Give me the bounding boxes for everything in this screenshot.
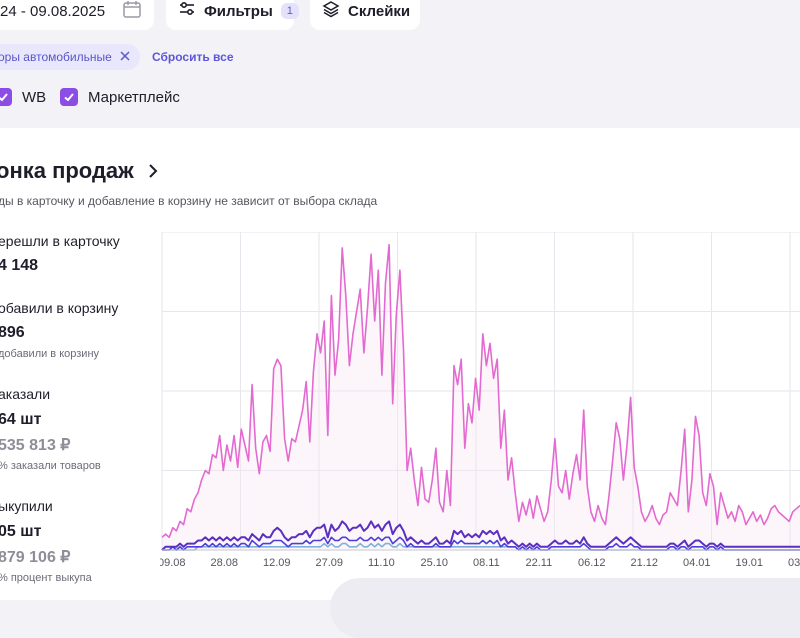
- cart-note: добавили в корзину: [0, 348, 100, 360]
- layers-icon: [322, 0, 340, 23]
- x-tick-label: 22.11: [526, 557, 553, 569]
- close-icon[interactable]: [120, 50, 130, 64]
- filters-count-badge: 1: [280, 3, 299, 19]
- views-label: ерешли в карточку: [0, 233, 120, 249]
- reset-all-link[interactable]: Сбросить все: [152, 50, 234, 64]
- check-icon: [0, 88, 12, 106]
- marketplace-checkbox-label: Маркетплейс: [88, 88, 180, 106]
- x-tick-label: 04.01: [683, 557, 711, 569]
- section-title[interactable]: онка продаж: [0, 158, 158, 184]
- section-subtitle: ды в карточку и добавление в корзину не …: [0, 194, 378, 208]
- x-tick-label: 11.10: [368, 557, 395, 569]
- sliders-icon: [178, 0, 196, 23]
- orders-note: % заказали товаров: [0, 460, 101, 472]
- wb-checkbox[interactable]: WB: [0, 88, 46, 106]
- x-tick-label: 28.08: [211, 557, 239, 569]
- orders-label: аказали: [0, 386, 51, 402]
- buyouts-label: ыкупили: [0, 498, 53, 514]
- x-tick-label: 21.12: [631, 557, 659, 569]
- x-tick-label: 08.11: [473, 557, 500, 569]
- date-range-text: 24 - 09.08.2025: [0, 2, 106, 20]
- cart-label: обавили в корзину: [0, 300, 119, 316]
- bottom-panel: [330, 578, 800, 638]
- x-tick-label: 09.08: [160, 557, 186, 569]
- merge-button[interactable]: Склейки: [310, 0, 420, 30]
- sales-funnel-chart: 09.08 28.08 12.09 27.09 11.10 25.10 08.11 22.11…: [160, 232, 800, 569]
- orders-value: 64 шт: [0, 411, 42, 428]
- filter-chip-label: оры автомобильные: [0, 50, 112, 64]
- buyouts-value: 05 шт: [0, 523, 42, 540]
- filters-button[interactable]: Фильтры 1: [166, 0, 299, 30]
- buyouts-note: % процент выкупа: [0, 572, 92, 584]
- x-tick-label: 12.09: [263, 557, 291, 569]
- section-title-text: онка продаж: [0, 158, 134, 183]
- check-icon: [60, 88, 78, 106]
- chevron-right-icon: [148, 158, 158, 184]
- orders-money: 535 813 ₽: [0, 437, 71, 454]
- merge-label: Склейки: [348, 2, 411, 20]
- x-tick-label: 03.0: [788, 557, 800, 569]
- wb-checkbox-label: WB: [22, 88, 47, 106]
- x-tick-label: 06.12: [578, 557, 606, 569]
- x-tick-label: 27.09: [316, 557, 344, 569]
- date-range-picker[interactable]: 24 - 09.08.2025: [0, 0, 154, 30]
- marketplace-checkbox[interactable]: Маркетплейс: [60, 88, 180, 106]
- views-value: 4 148: [0, 257, 39, 274]
- x-tick-label: 19.01: [736, 557, 764, 569]
- views-series-area: [162, 244, 800, 550]
- filters-label: Фильтры: [204, 2, 273, 20]
- buyouts-money: 879 106 ₽: [0, 549, 71, 566]
- filter-toolbar: 24 - 09.08.2025 Фильтры 1 Склейки оры ав…: [0, 0, 800, 128]
- active-filter-chip: оры автомобильные: [0, 44, 140, 70]
- x-tick-label: 25.10: [421, 557, 449, 569]
- calendar-icon: [122, 0, 142, 24]
- cart-value: 896: [0, 324, 25, 341]
